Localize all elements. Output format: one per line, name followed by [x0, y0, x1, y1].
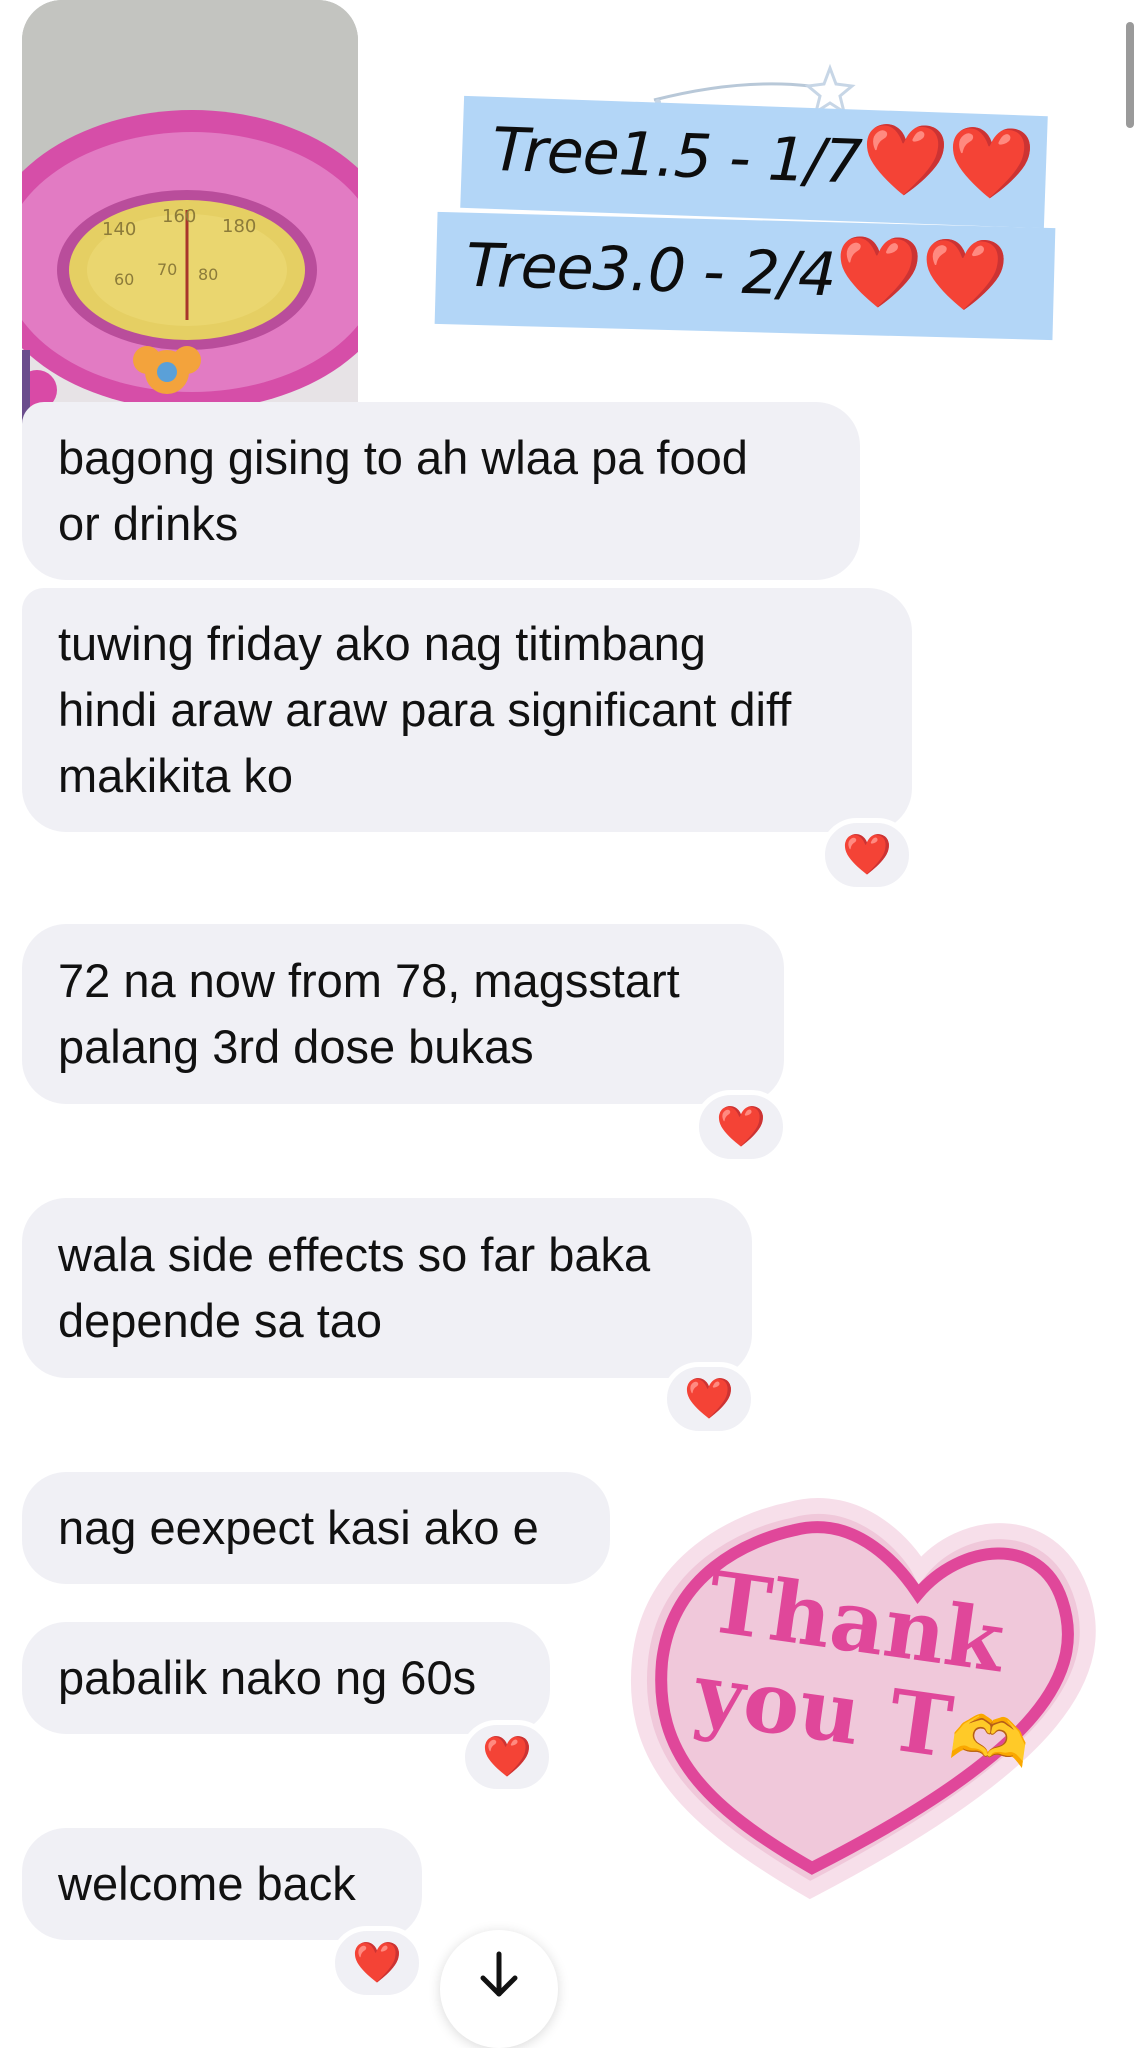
- photo-attachment[interactable]: 140 160 180 60 70 80: [22, 0, 358, 430]
- svg-text:80: 80: [198, 265, 218, 284]
- heart-icon: ❤️: [716, 1105, 766, 1149]
- heart-icon: ❤️: [352, 1941, 402, 1985]
- scale-photo-image: 140 160 180 60 70 80: [22, 0, 358, 430]
- message-bubble[interactable]: 72 na now from 78, magsstart palang 3rd …: [22, 924, 784, 1104]
- message-text: 72 na now from 78, magsstart: [58, 954, 680, 1007]
- heart-reaction[interactable]: ❤️: [330, 1926, 424, 2000]
- message-text: nag eexpect kasi ako e: [58, 1501, 539, 1554]
- tree-line-2-text: Tree3.0 - 2/4: [465, 230, 837, 311]
- message-bubble[interactable]: bagong gising to ah wlaa pa food or drin…: [22, 402, 860, 580]
- heart-icon: ❤️: [482, 1735, 532, 1779]
- message-bubble[interactable]: nag eexpect kasi ako e: [22, 1472, 610, 1584]
- scroll-down-button[interactable]: [440, 1930, 558, 2048]
- tree-sticker: Tree1.5 - 1/7❤️❤️ Tree3.0 - 2/4❤️❤️: [434, 95, 1056, 360]
- svg-text:180: 180: [222, 216, 256, 237]
- heart-icon: ❤️: [842, 833, 892, 877]
- message-text: hindi araw araw para significant diff: [58, 683, 792, 736]
- svg-text:140: 140: [102, 219, 136, 240]
- message-text: depende sa tao: [58, 1294, 383, 1347]
- message-bubble[interactable]: welcome back: [22, 1828, 422, 1940]
- heart-hands-emoji: 🫶: [944, 1698, 1035, 1785]
- heart-icon: ❤️: [684, 1377, 734, 1421]
- message-text: or drinks: [58, 497, 239, 550]
- arrow-down-icon: [480, 1951, 518, 1997]
- message-text: tuwing friday ako nag titimbang: [58, 617, 706, 670]
- message-text: palang 3rd dose bukas: [58, 1020, 534, 1073]
- tree-line-1-text: Tree1.5 - 1/7: [491, 114, 863, 198]
- message-text: pabalik nako ng 60s: [58, 1651, 477, 1704]
- heart-reaction[interactable]: ❤️: [460, 1720, 554, 1794]
- message-text: wala side effects so far baka: [58, 1228, 651, 1281]
- heart-reaction[interactable]: ❤️: [820, 818, 914, 892]
- hearts-emoji: ❤️❤️: [860, 117, 1036, 206]
- message-text: makikita ko: [58, 749, 294, 802]
- tree-line-2: Tree3.0 - 2/4❤️❤️: [434, 211, 1056, 341]
- heart-reaction[interactable]: ❤️: [694, 1090, 788, 1164]
- svg-text:60: 60: [114, 270, 134, 289]
- message-text: bagong gising to ah wlaa pa food: [58, 431, 748, 484]
- svg-text:70: 70: [157, 260, 177, 279]
- thank-you-sticker[interactable]: Thank you T🫶: [630, 1490, 1104, 1910]
- tree-line-1: Tree1.5 - 1/7❤️❤️: [460, 95, 1048, 229]
- scrollbar[interactable]: [1126, 22, 1134, 128]
- hearts-emoji: ❤️❤️: [834, 230, 1009, 317]
- svg-text:160: 160: [162, 206, 196, 227]
- message-bubble[interactable]: wala side effects so far baka depende sa…: [22, 1198, 752, 1378]
- message-bubble[interactable]: pabalik nako ng 60s: [22, 1622, 550, 1734]
- message-text: welcome back: [58, 1857, 356, 1910]
- message-bubble[interactable]: tuwing friday ako nag titimbang hindi ar…: [22, 588, 912, 832]
- heart-reaction[interactable]: ❤️: [662, 1362, 756, 1436]
